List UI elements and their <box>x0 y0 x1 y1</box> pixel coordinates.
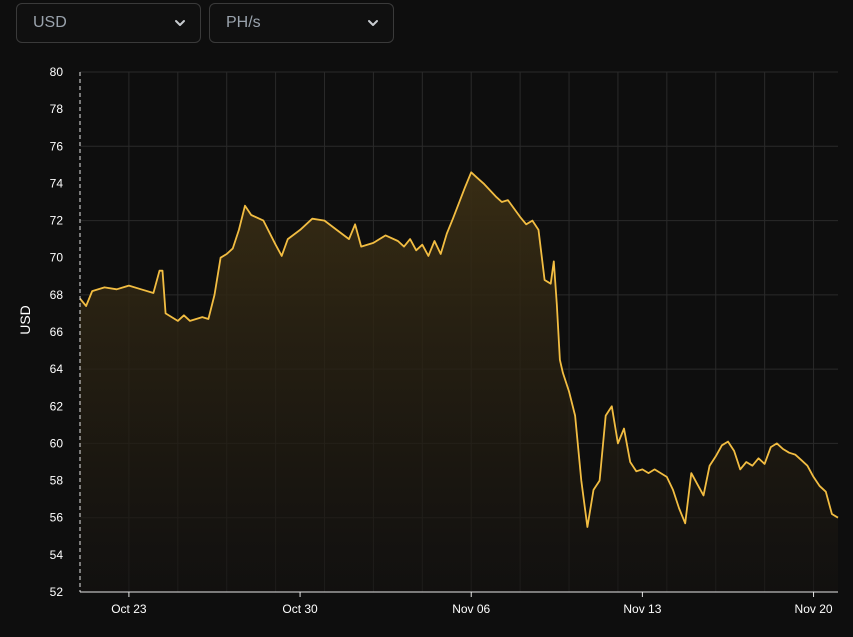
y-tick-label: 68 <box>50 288 64 302</box>
y-tick-label: 52 <box>50 585 64 599</box>
x-tick-label: Oct 23 <box>111 602 147 616</box>
y-tick-label: 80 <box>50 65 64 79</box>
chart-area-layer <box>79 171 839 593</box>
y-tick-label: 74 <box>50 176 64 190</box>
x-tick-label: Nov 13 <box>623 602 661 616</box>
series-area-fill <box>80 172 838 593</box>
y-tick-label: 62 <box>50 399 64 413</box>
y-tick-label: 70 <box>50 251 64 265</box>
y-tick-label: 54 <box>50 548 64 562</box>
y-tick-label: 72 <box>50 214 64 228</box>
y-tick-label: 78 <box>50 102 64 116</box>
price-area-chart: 525456586062646668707274767880 Oct 23 Oct… <box>17 65 839 616</box>
y-tick-label: 56 <box>50 511 64 525</box>
y-tick-label: 60 <box>50 436 64 450</box>
x-tick-label: Nov 06 <box>452 602 490 616</box>
y-tick-label: 64 <box>50 362 64 376</box>
x-tick-label: Nov 20 <box>795 602 833 616</box>
y-tick-label: 76 <box>50 139 64 153</box>
y-tick-label: 58 <box>50 474 64 488</box>
y-axis-ticks: 52 54 56 58 60 62 64 66 68 70 72 74 76 78 80 <box>50 65 64 599</box>
x-tick-label: Oct 30 <box>282 602 318 616</box>
y-tick-label: 66 <box>50 325 64 339</box>
y-axis-title: USD <box>17 305 33 335</box>
chart-page: USD PH/s 52 54 56 58 60 62 64 66 68 70 72 74 76 78 80 … <box>0 0 853 637</box>
x-axis-ticks: Oct 23 Oct 30 Nov 06 Nov 13 Nov 20 <box>111 592 833 616</box>
